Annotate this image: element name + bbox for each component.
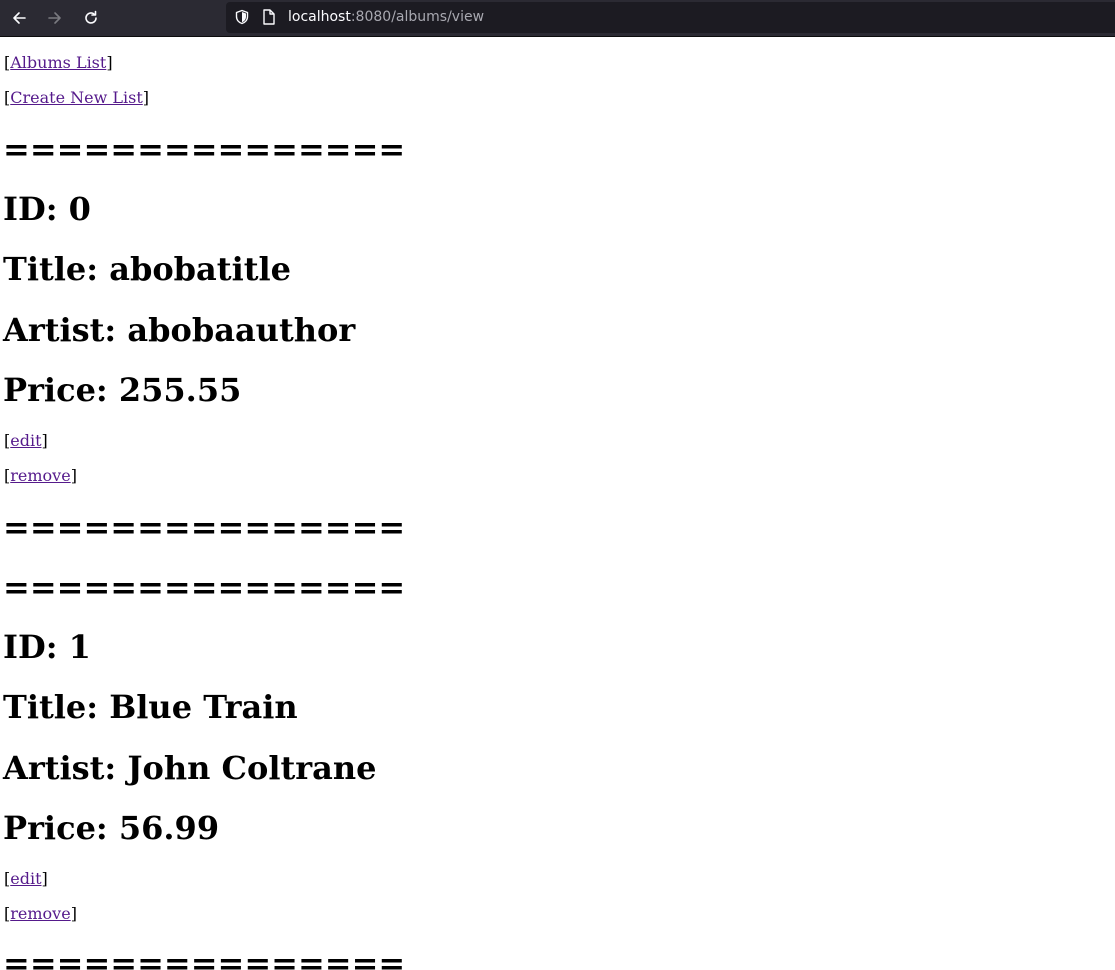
page-icon (263, 9, 275, 25)
remove-link[interactable]: remove (10, 904, 70, 923)
edit-link[interactable]: edit (10, 869, 41, 888)
album-artist: Artist: abobaauthor (3, 311, 356, 349)
url-path: :8080/albums/view (350, 9, 485, 25)
separator: =============== (3, 508, 406, 546)
edit-nav: [edit] (4, 869, 48, 888)
edit-nav: [edit] (4, 431, 48, 450)
remove-nav: [remove] (4, 466, 77, 485)
separator: =============== (3, 130, 406, 168)
album-id: ID: 0 (3, 190, 91, 228)
remove-nav: [remove] (4, 904, 77, 923)
remove-link[interactable]: remove (10, 466, 70, 485)
album-title: Title: abobatitle (3, 250, 292, 288)
separator: =============== (3, 568, 406, 606)
separator: =============== (3, 944, 406, 970)
browser-toolbar: localhost:8080/albums/view (0, 0, 1115, 37)
reload-icon[interactable] (79, 6, 103, 30)
albums-list-link[interactable]: Albums List (10, 53, 106, 72)
album-artist: Artist: John Coltrane (3, 749, 377, 787)
edit-link[interactable]: edit (10, 431, 41, 450)
create-new-list-link[interactable]: Create New List (10, 88, 143, 107)
forward-icon[interactable] (43, 6, 67, 30)
album-price: Price: 56.99 (3, 809, 220, 847)
album-price: Price: 255.55 (3, 371, 242, 409)
albums-list-nav: [Albums List] (4, 53, 113, 72)
url-host: localhost (288, 9, 351, 25)
shield-icon[interactable] (234, 9, 250, 25)
album-title: Title: Blue Train (3, 688, 298, 726)
back-icon[interactable] (7, 6, 31, 30)
url-bar[interactable]: localhost:8080/albums/view (226, 2, 1115, 33)
url-text[interactable]: localhost:8080/albums/view (288, 8, 484, 26)
album-id: ID: 1 (3, 628, 91, 666)
page-content: [Albums List] [Create New List] ========… (0, 37, 1115, 970)
create-new-list-nav: [Create New List] (4, 88, 150, 107)
